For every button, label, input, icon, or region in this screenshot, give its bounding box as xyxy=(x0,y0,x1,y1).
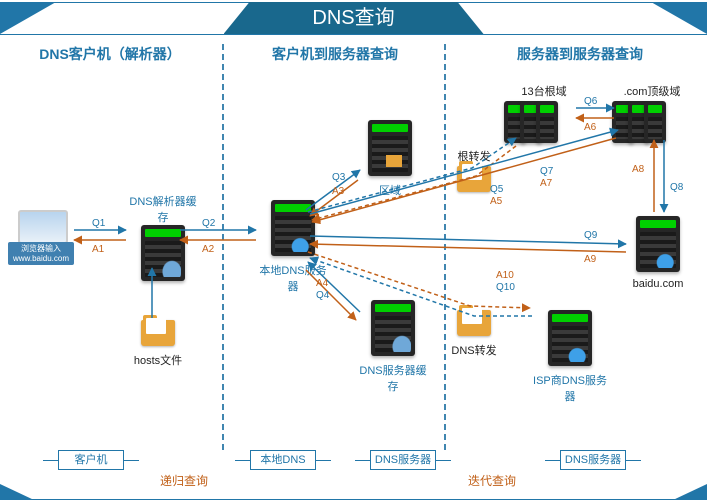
stage-client: 客户机 xyxy=(58,450,124,470)
phase-iterative: 迭代查询 xyxy=(468,472,516,489)
browser-url-badge: 浏览器输入 www.baidu.com xyxy=(8,242,74,265)
svg-text:A1: A1 xyxy=(92,244,105,255)
server-icon xyxy=(636,216,680,272)
stage-dns-srv-2: DNS服务器 xyxy=(560,450,626,470)
tld-label: .com顶级域 xyxy=(612,83,692,99)
resolver-cache-node: DNS解析器缓存 xyxy=(128,190,198,284)
svg-text:Q2: Q2 xyxy=(202,218,216,229)
isp-dns-node: ISP商DNS服务器 xyxy=(530,310,610,404)
stage-dns-srv-1: DNS服务器 xyxy=(370,450,436,470)
corner-br xyxy=(673,484,707,500)
root-servers-label: 13台根域 xyxy=(504,83,584,99)
column-header-client: DNS客户机（解析器） xyxy=(10,44,210,66)
svg-text:Q7: Q7 xyxy=(540,166,554,177)
svg-text:Q6: Q6 xyxy=(584,96,598,107)
stage-lane: 客户机 本地DNS DNS服务器 DNS服务器 递归查询 迭代查询 xyxy=(0,450,707,470)
root-forward-node: 根转发 xyxy=(450,145,498,195)
server-icon xyxy=(371,300,415,356)
svg-text:A9: A9 xyxy=(584,254,597,265)
svg-text:A2: A2 xyxy=(202,244,215,255)
svg-text:Q3: Q3 xyxy=(332,172,346,183)
zone-label: 区域 xyxy=(360,182,420,198)
corner-tl xyxy=(0,2,56,34)
folder-icon xyxy=(457,310,491,336)
connector-layer: Q1 A1 Q2 A2 Q3 A3 Q4 A4 Q5 A5 Q6 A6 Q7 A… xyxy=(0,0,707,500)
corner-bl xyxy=(0,484,34,500)
baidu-label: baidu.com xyxy=(628,278,688,290)
divider-2 xyxy=(444,44,446,450)
server-icon xyxy=(368,120,412,176)
svg-text:Q10: Q10 xyxy=(496,282,515,293)
svg-text:Q9: Q9 xyxy=(584,230,598,241)
badge-line2: www.baidu.com xyxy=(13,254,69,263)
server-icon xyxy=(271,200,315,256)
svg-text:A5: A5 xyxy=(490,196,503,207)
server-cluster-icon xyxy=(504,101,584,143)
client-laptop: 浏览器输入 www.baidu.com xyxy=(12,210,70,257)
header-rule xyxy=(0,34,707,35)
diagram-title: DNS查询 xyxy=(224,2,484,34)
svg-text:A7: A7 xyxy=(540,178,553,189)
dns-cache-label: DNS服务器缓存 xyxy=(358,362,428,394)
server-icon xyxy=(141,225,185,281)
stage-local-dns: 本地DNS xyxy=(250,450,316,470)
folder-icon xyxy=(457,166,491,192)
root-servers-node: 13台根域 xyxy=(504,80,584,143)
server-icon xyxy=(548,310,592,366)
column-header-c2s: 客户机到服务器查询 xyxy=(235,44,435,66)
column-header-s2s: 服务器到服务器查询 xyxy=(480,44,680,66)
local-dns-label: 本地DNS服务器 xyxy=(258,262,328,294)
baidu-node: baidu.com xyxy=(628,216,688,290)
hosts-file-label: hosts文件 xyxy=(128,352,188,368)
svg-text:A6: A6 xyxy=(584,122,597,133)
dns-cache-node: DNS服务器缓存 xyxy=(358,300,428,394)
isp-dns-label: ISP商DNS服务器 xyxy=(530,372,610,404)
svg-text:A10: A10 xyxy=(496,270,514,281)
svg-text:Q1: Q1 xyxy=(92,218,106,229)
dns-forward-label: DNS转发 xyxy=(450,342,498,358)
root-forward-label: 根转发 xyxy=(450,148,498,164)
local-dns-node: 本地DNS服务器 xyxy=(258,200,328,294)
phase-recursive: 递归查询 xyxy=(160,472,208,489)
divider-1 xyxy=(222,44,224,450)
tld-node: .com顶级域 xyxy=(612,80,692,143)
diagram-title-bar: DNS查询 xyxy=(224,2,484,34)
corner-tr xyxy=(651,2,707,34)
svg-text:Q8: Q8 xyxy=(670,182,684,193)
server-cluster-icon xyxy=(612,101,692,143)
svg-text:A3: A3 xyxy=(332,186,345,197)
resolver-cache-label: DNS解析器缓存 xyxy=(128,193,198,225)
folder-icon xyxy=(141,320,175,346)
svg-text:A8: A8 xyxy=(632,164,645,175)
dns-forward-node: DNS转发 xyxy=(450,310,498,358)
badge-line1: 浏览器输入 xyxy=(21,244,61,253)
hosts-file-node: hosts文件 xyxy=(128,320,188,368)
zone-node: 区域 xyxy=(360,120,420,198)
